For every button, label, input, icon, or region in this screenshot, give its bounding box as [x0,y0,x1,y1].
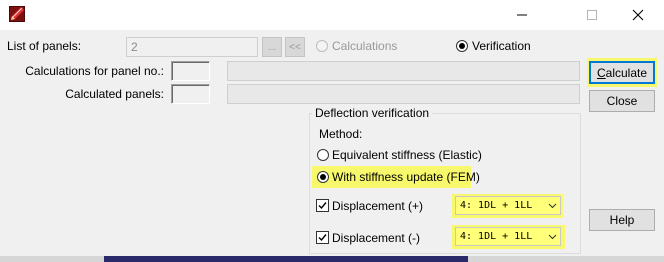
method-label: Method: [319,127,363,141]
disp-plus-checkbox[interactable] [316,199,329,212]
disp-plus-label: Displacement (+) [332,199,424,213]
close-button[interactable]: Close [589,90,655,112]
list-of-panels-label: List of panels: [7,39,82,53]
disp-minus-select[interactable]: 4: 1DL + 1LL [455,227,561,246]
elastic-radio[interactable] [317,149,329,161]
calculate-label: alculate [605,65,648,80]
disp-plus-value: 4: 1DL + 1LL [460,200,533,211]
browse-panels-button[interactable]: ... [262,37,282,57]
chevron-down-icon [544,234,560,240]
minimize-icon [517,14,527,16]
close-window-button[interactable] [615,0,661,30]
maximize-icon [587,10,597,20]
calculated-panels-input[interactable] [171,84,210,104]
checkmark-icon [318,202,327,210]
calc-for-panel-progress [227,61,580,81]
help-label: Help [609,213,635,227]
calculated-panels-label: Calculated panels: [65,87,164,101]
disp-minus-checkbox[interactable] [316,231,329,244]
title-bar [0,0,664,30]
calculated-panels-progress [227,84,580,104]
close-label: Close [606,94,638,108]
close-icon [632,9,644,21]
disp-minus-value: 4: 1DL + 1LL [460,231,533,242]
background-toolbar [104,256,468,262]
back-label: << [289,41,301,53]
chevron-down-icon [544,203,560,209]
calculations-radio[interactable] [316,40,328,52]
elastic-label: Equivalent stiffness (Elastic) [332,148,482,162]
verification-label: Verification [472,39,531,53]
minimize-button[interactable] [499,0,545,30]
calc-for-panel-input[interactable] [171,61,210,81]
calculate-button[interactable]: Calculate [589,61,655,84]
background-window-strip [0,256,664,262]
panel-list-input[interactable]: 2 [126,37,258,57]
calculate-accelerator: C [596,65,606,80]
app-icon [9,6,25,22]
fem-label: With stiffness update (FEM) [332,170,480,184]
deflection-group-title: Deflection verification [312,106,433,120]
maximize-button[interactable] [569,0,615,30]
help-button[interactable]: Help [589,209,655,231]
back-button[interactable]: << [285,37,305,57]
calculations-label: Calculations [332,39,398,53]
verification-radio[interactable] [456,40,468,52]
disp-plus-select[interactable]: 4: 1DL + 1LL [455,196,561,215]
disp-minus-label: Displacement (-) [332,231,421,245]
panel-list-value: 2 [131,40,138,54]
calc-for-panel-label: Calculations for panel no.: [25,64,164,78]
browse-panels-label: ... [267,41,277,53]
checkmark-icon [318,234,327,242]
fem-radio[interactable] [317,171,329,183]
